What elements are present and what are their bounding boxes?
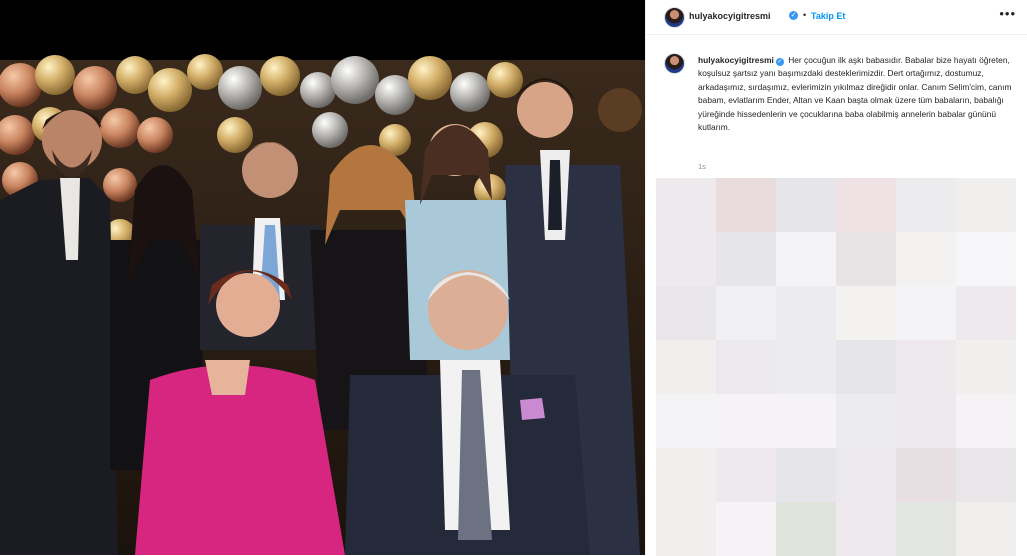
blur-pixel — [776, 340, 836, 394]
blur-pixel — [716, 232, 776, 286]
blur-pixel — [836, 502, 896, 556]
blur-pixel — [896, 286, 956, 340]
post-timestamp[interactable]: 1s — [698, 162, 706, 171]
blur-pixel — [956, 178, 1016, 232]
blur-pixel — [656, 448, 716, 502]
caption-verified-badge-icon: ✓ — [775, 58, 784, 66]
blur-pixel — [956, 232, 1016, 286]
blur-pixel — [776, 394, 836, 448]
blur-pixel — [716, 502, 776, 556]
blur-pixel — [836, 178, 896, 232]
blur-pixel — [896, 394, 956, 448]
caption-text: Her çocuğun ilk aşkı babasıdır. Babalar … — [698, 55, 1012, 133]
blur-pixel — [836, 448, 896, 502]
post-header: hulyakocyigitresmi ✓ • Takip Et ••• — [646, 0, 1027, 35]
blur-pixel — [776, 178, 836, 232]
blur-pixel — [896, 340, 956, 394]
blur-pixel — [656, 232, 716, 286]
blur-pixel — [776, 286, 836, 340]
blur-pixel — [656, 178, 716, 232]
blur-pixel — [836, 286, 896, 340]
blur-pixel — [716, 394, 776, 448]
follow-button[interactable]: Takip Et — [811, 11, 845, 21]
blur-pixel — [716, 340, 776, 394]
blur-pixel — [716, 178, 776, 232]
blur-pixel — [836, 232, 896, 286]
blur-pixel — [836, 340, 896, 394]
caption-text-block: hulyakocyigitresmi ✓ Her çocuğun ilk aşkı… — [698, 54, 1020, 134]
post-sidebar: hulyakocyigitresmi ✓ • Takip Et ••• huly… — [645, 0, 1027, 556]
blur-pixel — [656, 502, 716, 556]
blur-pixel — [776, 448, 836, 502]
blur-pixel — [896, 502, 956, 556]
blur-pixel — [716, 286, 776, 340]
blur-pixel — [896, 448, 956, 502]
blur-pixel — [656, 394, 716, 448]
blur-pixel — [836, 394, 896, 448]
blur-pixel — [956, 448, 1016, 502]
blur-pixel — [956, 502, 1016, 556]
caption-username-link[interactable]: hulyakocyigitresmi — [698, 55, 774, 65]
avatar[interactable] — [664, 7, 685, 28]
post-photo[interactable] — [0, 0, 645, 555]
blur-pixel — [956, 286, 1016, 340]
separator-dot: • — [803, 10, 807, 20]
blur-pixel — [716, 448, 776, 502]
blur-pixel — [956, 340, 1016, 394]
blur-pixel — [956, 394, 1016, 448]
family-photo-image — [0, 0, 645, 555]
blur-pixel — [776, 232, 836, 286]
blur-pixel — [896, 232, 956, 286]
verified-badge-icon: ✓ — [789, 11, 798, 20]
caption-avatar[interactable] — [664, 53, 685, 74]
blur-pixel — [776, 502, 836, 556]
more-options-icon[interactable]: ••• — [999, 6, 1016, 21]
blur-pixel — [656, 340, 716, 394]
username-link[interactable]: hulyakocyigitresmi — [689, 11, 771, 21]
blur-pixel — [656, 286, 716, 340]
blur-pixel — [896, 178, 956, 232]
